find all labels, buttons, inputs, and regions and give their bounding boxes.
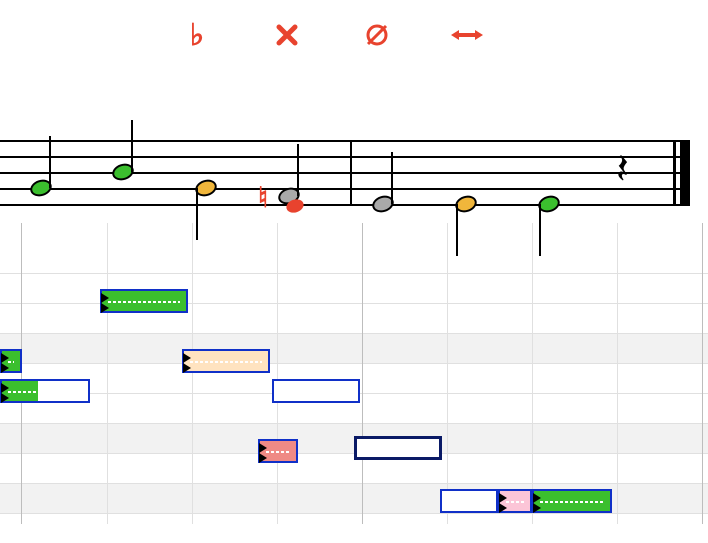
- final-barline: [673, 140, 690, 204]
- clip-waveform: [190, 361, 262, 363]
- note-stem: [297, 144, 299, 196]
- note-stem: [49, 136, 51, 188]
- note-head: [285, 197, 306, 215]
- clip-waveform: [266, 451, 290, 453]
- note-n7[interactable]: [538, 196, 560, 212]
- flat-tool[interactable]: ♭: [180, 18, 214, 52]
- clip-c_bottom_green[interactable]: [532, 489, 612, 513]
- staff-lines: [0, 140, 690, 204]
- clip-handle-icon[interactable]: [1, 393, 9, 403]
- double-sharp-tool[interactable]: [270, 18, 304, 52]
- clip-handle-icon[interactable]: [259, 453, 267, 463]
- clip-c_selected[interactable]: [354, 436, 442, 460]
- clip-handle-icon[interactable]: [101, 303, 109, 313]
- clip-waveform: [108, 301, 180, 303]
- grid-line: [192, 223, 193, 524]
- note-n5[interactable]: [372, 196, 394, 212]
- clip-handle-icon[interactable]: [1, 363, 9, 373]
- note-stem: [391, 152, 393, 204]
- barline: [350, 140, 352, 204]
- note-n3[interactable]: [195, 180, 217, 196]
- clip-waveform: [540, 501, 604, 503]
- clip-handle-icon[interactable]: [183, 363, 191, 373]
- tie-icon: [451, 26, 483, 44]
- clip-c_salmon[interactable]: [258, 439, 298, 463]
- note-stem: [131, 120, 133, 172]
- clip-c_bottom_empty[interactable]: [440, 489, 498, 513]
- clip-c_left_half[interactable]: [0, 379, 90, 403]
- note-n1[interactable]: [30, 180, 52, 196]
- tie-tool[interactable]: [450, 18, 484, 52]
- music-staff[interactable]: ♮ 𝄽: [0, 140, 690, 204]
- natural-accidental: ♮: [258, 184, 268, 212]
- harmonic-icon: [364, 22, 390, 48]
- clip-waveform: [506, 501, 524, 503]
- measure-line: [362, 223, 363, 524]
- grid-line: [107, 223, 108, 524]
- grid-line: [447, 223, 448, 524]
- note-n4-overlay[interactable]: [286, 200, 304, 213]
- clip-c_bottom_pink[interactable]: [498, 489, 532, 513]
- clip-handle-icon[interactable]: [499, 503, 507, 513]
- clip-c_top_green[interactable]: [100, 289, 188, 313]
- clip-handle-icon[interactable]: [533, 503, 541, 513]
- clip-c_empty1[interactable]: [272, 379, 360, 403]
- note-n6[interactable]: [455, 196, 477, 212]
- note-n2[interactable]: [112, 164, 134, 180]
- grid-line: [532, 223, 533, 524]
- grid-line: [702, 223, 703, 524]
- clip-waveform: [8, 391, 82, 393]
- accidental-toolbar: ♭: [180, 18, 484, 52]
- double-sharp-icon: [276, 24, 298, 46]
- clip-waveform: [8, 361, 14, 363]
- clip-c_peach[interactable]: [182, 349, 270, 373]
- harmonic-tool[interactable]: [360, 18, 394, 52]
- grid-line: [617, 223, 618, 524]
- eighth-rest[interactable]: 𝄽: [616, 148, 629, 190]
- grid-line: [277, 223, 278, 524]
- grid-line: [21, 223, 22, 524]
- clip-c_left_sliver[interactable]: [0, 349, 22, 373]
- piano-roll[interactable]: [0, 223, 708, 524]
